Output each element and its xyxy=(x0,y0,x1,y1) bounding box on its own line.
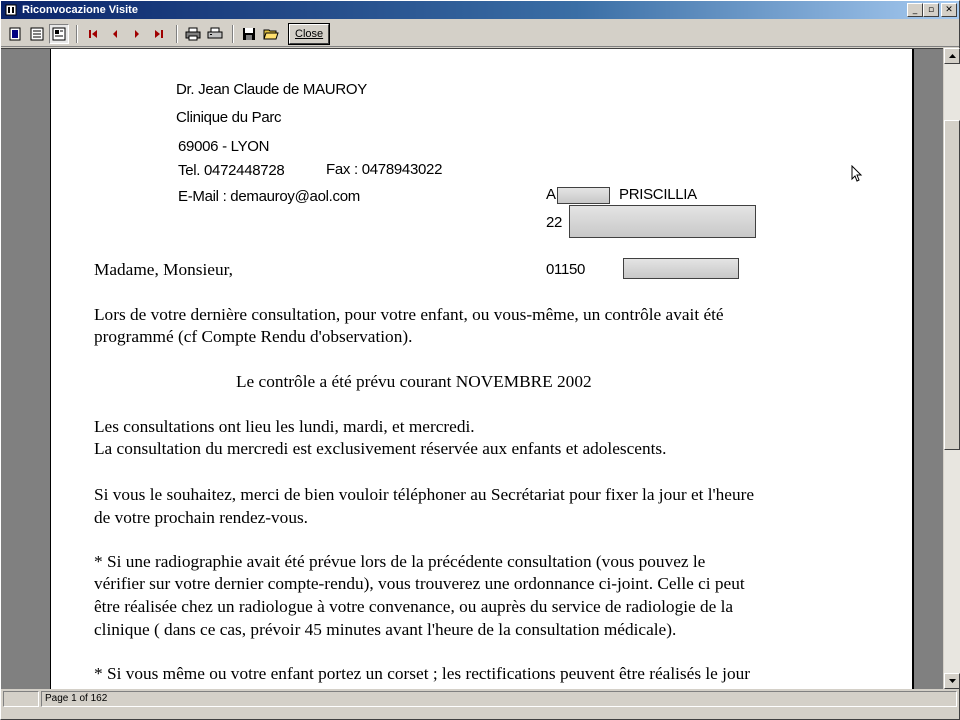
open-button[interactable] xyxy=(261,24,281,44)
paragraph-line: * Si vous même ou votre enfant portez un… xyxy=(94,664,750,683)
paragraph-line: La consultation du mercredi est exclusiv… xyxy=(94,439,667,458)
window-title: Riconvocazione Visite xyxy=(22,4,138,16)
last-page-button[interactable] xyxy=(149,24,169,44)
report-page: Dr. Jean Claude de MAUROY Clinique du Pa… xyxy=(50,49,914,689)
clinic-tel: Tel. 0472448728 xyxy=(178,162,285,179)
floppy-disk-icon xyxy=(243,27,255,40)
appointment-month: Le contrôle a été prévu courant NOVEMBRE… xyxy=(236,372,592,391)
page-width-icon xyxy=(30,27,44,40)
previous-page-button[interactable] xyxy=(105,24,125,44)
close-icon: ✕ xyxy=(945,4,953,15)
scroll-up-button[interactable] xyxy=(944,48,960,64)
whole-page-button[interactable] xyxy=(5,24,25,44)
minimize-button[interactable]: _ xyxy=(907,3,923,17)
status-pane xyxy=(3,691,39,707)
next-page-button[interactable] xyxy=(127,24,147,44)
print-setup-icon xyxy=(185,27,201,40)
redaction-box xyxy=(569,205,756,238)
next-page-icon xyxy=(135,29,139,38)
minimize-icon: _ xyxy=(912,4,918,15)
print-setup-button[interactable] xyxy=(183,24,203,44)
restore-icon: ▫ xyxy=(927,4,935,15)
salutation: Madame, Monsieur, xyxy=(94,260,233,279)
toolbar-separator xyxy=(176,24,178,43)
status-bar: Page 1 of 162 xyxy=(1,690,959,708)
report-viewport[interactable]: Dr. Jean Claude de MAUROY Clinique du Pa… xyxy=(1,48,943,689)
arrow-up-icon xyxy=(948,54,956,58)
paragraph-line: de votre prochain rendez-vous. xyxy=(94,508,309,527)
page-width-button[interactable] xyxy=(27,24,47,44)
page-indicator: Page 1 of 162 xyxy=(41,691,957,707)
clinic-city: 69006 - LYON xyxy=(178,138,270,155)
last-page-icon xyxy=(155,29,163,38)
paragraph-line: Si vous le souhaitez, merci de bien voul… xyxy=(94,485,755,504)
recipient-name-initial: A xyxy=(546,186,556,203)
previous-page-icon xyxy=(113,29,117,38)
close-window-button[interactable]: ✕ xyxy=(941,3,957,17)
printer-icon xyxy=(207,27,223,38)
clinic-email: E-Mail : demauroy@aol.com xyxy=(178,188,360,205)
paragraph-line: vérifier sur votre dernier compte-rendu)… xyxy=(94,574,745,593)
toolbar-separator xyxy=(76,24,78,43)
recipient-zip: 01150 xyxy=(546,261,586,278)
toolbar-separator xyxy=(232,24,234,43)
save-button[interactable] xyxy=(239,24,259,44)
redaction-box xyxy=(623,258,739,279)
first-page-icon xyxy=(89,29,97,38)
toolbar: Close xyxy=(1,21,959,47)
title-bar[interactable]: Riconvocazione Visite _ ▫ ✕ xyxy=(1,1,959,19)
app-icon xyxy=(4,3,18,17)
close-button[interactable]: Close xyxy=(287,22,331,45)
paragraph-line: programmé (cf Compte Rendu d'observation… xyxy=(94,327,413,346)
paragraph-line: Les consultations ont lieu les lundi, ma… xyxy=(94,417,475,436)
clinic-fax: Fax : 0478943022 xyxy=(326,161,443,178)
first-page-button[interactable] xyxy=(83,24,103,44)
vertical-scrollbar[interactable] xyxy=(943,48,960,689)
open-folder-icon xyxy=(263,29,279,39)
clinic-name: Clinique du Parc xyxy=(176,109,282,126)
recipient-street-number: 22 xyxy=(546,214,563,231)
paragraph-line: être réalisée chez un radiologue à votre… xyxy=(94,597,734,616)
scroll-down-button[interactable] xyxy=(944,673,960,689)
actual-size-icon xyxy=(52,27,66,40)
report-viewer-window: Riconvocazione Visite _ ▫ ✕ Close Dr. Je… xyxy=(0,0,960,720)
scrollbar-thumb[interactable] xyxy=(944,120,960,450)
doctor-name: Dr. Jean Claude de MAUROY xyxy=(176,81,367,98)
redaction-box xyxy=(557,187,610,204)
arrow-down-icon xyxy=(948,679,956,683)
paragraph-line: clinique ( dans ce cas, prévoir 45 minut… xyxy=(94,620,677,639)
paragraph-line: * Si une radiographie avait été prévue l… xyxy=(94,552,706,571)
paragraph-line: Lors de votre dernière consultation, pou… xyxy=(94,305,724,324)
whole-page-icon xyxy=(9,27,21,40)
print-button[interactable] xyxy=(205,24,225,44)
mouse-cursor-icon xyxy=(851,164,863,188)
restore-button[interactable]: ▫ xyxy=(923,3,939,17)
recipient-name: PRISCILLIA xyxy=(619,186,697,203)
actual-size-button[interactable] xyxy=(49,23,69,44)
